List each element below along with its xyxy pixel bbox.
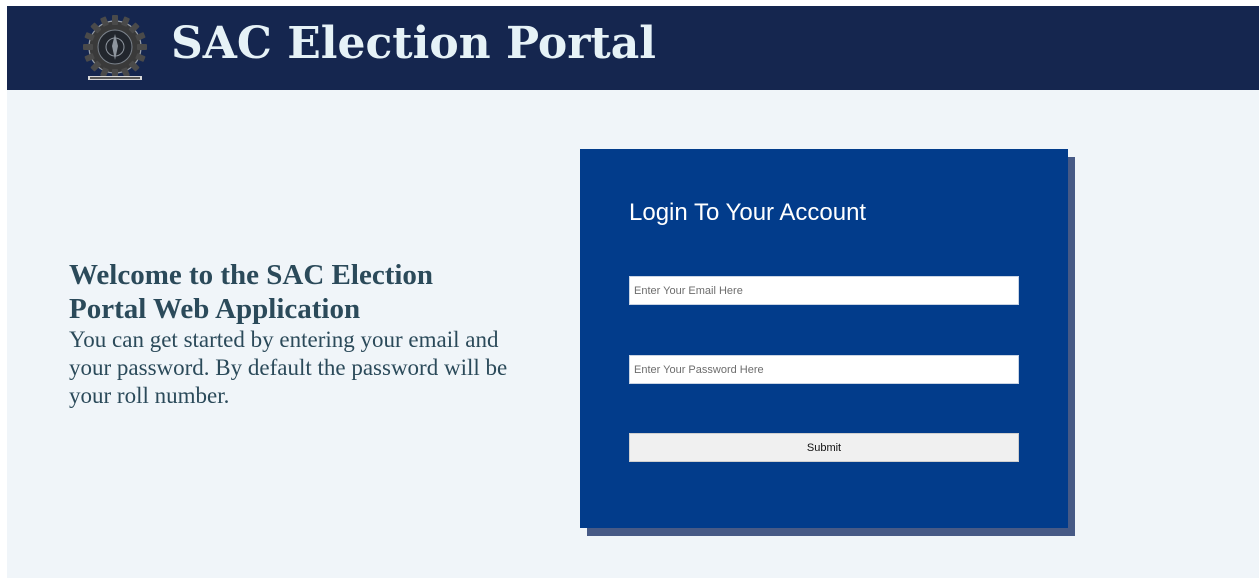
email-field[interactable] bbox=[629, 276, 1019, 305]
logo bbox=[80, 12, 150, 82]
submit-button[interactable]: Submit bbox=[629, 433, 1019, 462]
login-title: Login To Your Account bbox=[629, 199, 867, 226]
header: SAC Election Portal bbox=[7, 6, 1259, 90]
gear-emblem-icon bbox=[83, 15, 147, 80]
page: SAC Election Portal Welcome to the SAC E… bbox=[7, 6, 1259, 578]
password-field[interactable] bbox=[629, 355, 1019, 384]
welcome-section: Welcome to the SAC Election Portal Web A… bbox=[69, 258, 509, 410]
login-card: Login To Your Account Submit bbox=[580, 149, 1068, 528]
welcome-text: You can get started by entering your ema… bbox=[69, 327, 508, 408]
site-title: SAC Election Portal bbox=[171, 18, 656, 69]
welcome-heading: Welcome to the SAC Election Portal Web A… bbox=[69, 259, 434, 325]
